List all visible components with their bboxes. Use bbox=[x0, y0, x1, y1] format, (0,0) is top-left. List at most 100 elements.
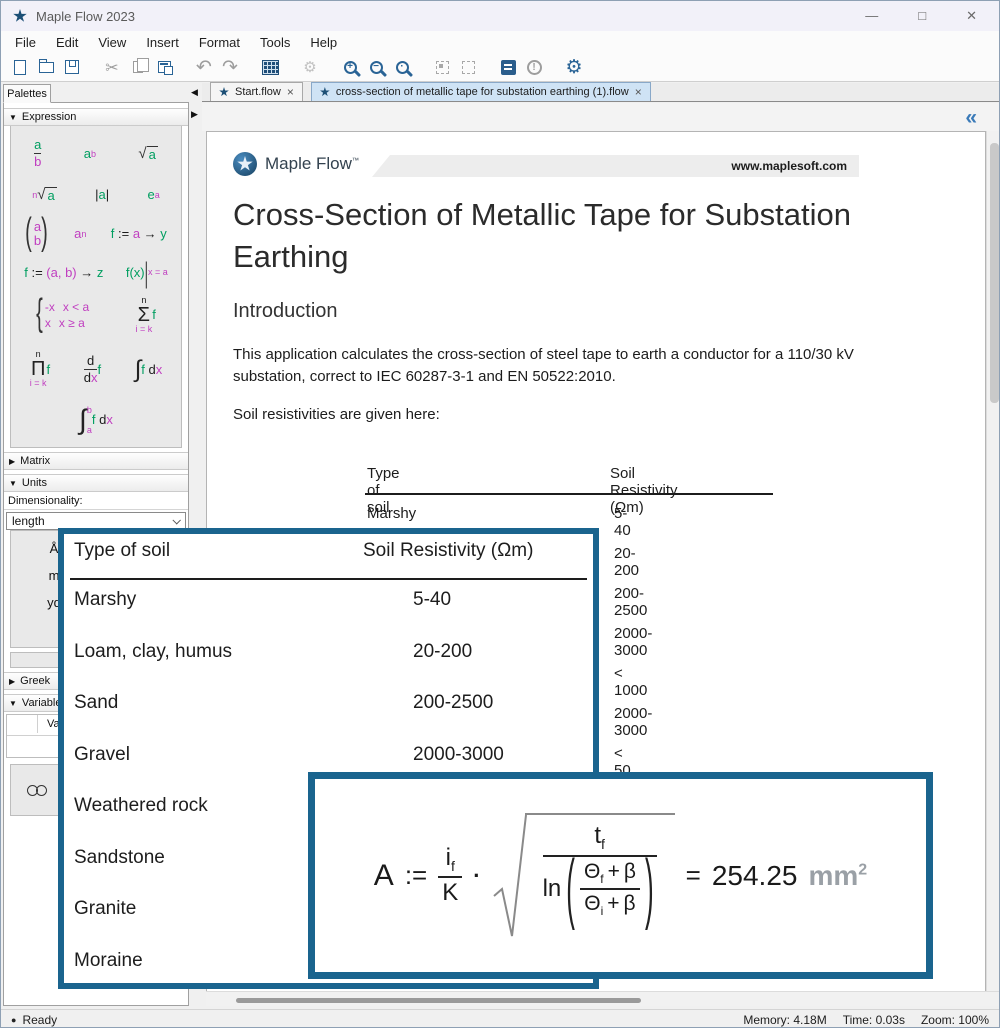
menu-file[interactable]: File bbox=[5, 35, 46, 50]
table-rule bbox=[70, 578, 587, 580]
cut-icon[interactable]: ✂ bbox=[99, 55, 125, 79]
open-icon[interactable] bbox=[33, 55, 59, 79]
palette-item-vector[interactable]: ( ab ) bbox=[25, 220, 50, 249]
document-title: Cross-Section of Metallic Tape for Subst… bbox=[233, 194, 893, 278]
table-cell: Moraine bbox=[74, 950, 143, 972]
evaluate-gears-icon[interactable]: ⚙ bbox=[297, 55, 323, 79]
table-cell: Marshy bbox=[74, 589, 136, 611]
interrupt-icon[interactable]: ! bbox=[521, 55, 547, 79]
palette-item-power[interactable]: ab bbox=[84, 146, 96, 161]
table-cell: Loam, clay, humus bbox=[74, 641, 232, 663]
maple-flow-logo-icon bbox=[233, 152, 257, 176]
minimize-button[interactable]: — bbox=[865, 8, 878, 24]
table-cell: Weathered rock bbox=[74, 795, 208, 817]
close-tab-icon[interactable]: × bbox=[287, 85, 294, 99]
dimensionality-label: Dimensionality: bbox=[4, 492, 188, 510]
trademark: ™ bbox=[352, 157, 359, 164]
menu-edit[interactable]: Edit bbox=[46, 35, 88, 50]
table-cell: 5-40 bbox=[614, 505, 631, 539]
menu-view[interactable]: View bbox=[88, 35, 136, 50]
equation[interactable]: A := if K · tf ln ( bbox=[374, 810, 867, 942]
palette-item-function-def2[interactable]: f := (a, b) → z bbox=[24, 265, 103, 280]
palette-item-nth-root[interactable]: n√a bbox=[32, 186, 56, 203]
palette-item-eval-at[interactable]: f(x)|x = a bbox=[126, 265, 168, 280]
splitter-collapse-left-icon[interactable]: ◀ bbox=[191, 87, 198, 98]
section-matrix[interactable]: ▶ Matrix bbox=[4, 452, 188, 470]
new-document-icon[interactable] bbox=[7, 55, 33, 79]
palette-item-subscript[interactable]: an bbox=[74, 226, 86, 241]
save-icon[interactable] bbox=[59, 55, 85, 79]
zoom-reset-icon[interactable]: · bbox=[389, 55, 415, 79]
select-marquee-icon[interactable] bbox=[455, 55, 481, 79]
palette-item-derivative[interactable]: ddxf bbox=[84, 354, 101, 386]
table-cell: < 1000 bbox=[614, 665, 647, 699]
tab-cross-section-flow[interactable]: cross-section of metallic tape for subst… bbox=[311, 82, 651, 101]
palettes-tab[interactable]: Palettes bbox=[3, 84, 51, 103]
palette-item-fraction[interactable]: ab bbox=[34, 138, 41, 170]
menu-format[interactable]: Format bbox=[189, 35, 250, 50]
table-cell: Marshy bbox=[367, 505, 416, 522]
formula-lhs: A bbox=[374, 859, 394, 893]
copy-icon[interactable] bbox=[125, 55, 151, 79]
collapsed-icon: ▶ bbox=[9, 457, 15, 466]
status-memory: Memory: 4.18M bbox=[743, 1013, 826, 1027]
status-bar: ● Ready Memory: 4.18M Time: 0.03s Zoom: … bbox=[1, 1009, 999, 1028]
glasses-icon[interactable] bbox=[27, 785, 47, 796]
column-header: Soil Resistivity (Ωm) bbox=[363, 540, 533, 562]
redo-icon[interactable]: ↷ bbox=[217, 55, 243, 79]
table-cell: Granite bbox=[74, 898, 136, 920]
expand-icon: ▼ bbox=[9, 699, 17, 708]
palette-item-abs[interactable]: |a| bbox=[95, 187, 109, 202]
document-brand: Maple Flow™ bbox=[233, 152, 359, 176]
splitter-expand-right-icon[interactable]: ▶ bbox=[191, 109, 198, 120]
close-button[interactable]: ✕ bbox=[966, 8, 977, 24]
palette-item-summation[interactable]: nΣi = kf bbox=[135, 296, 155, 334]
radical: tf ln ( Θf+β Θi+β ) bbox=[492, 810, 675, 942]
undo-icon[interactable]: ↶ bbox=[191, 55, 217, 79]
palette-item-function-def[interactable]: f := a → y bbox=[111, 226, 167, 241]
section-expression[interactable]: ▼ Expression bbox=[4, 108, 188, 126]
maple-leaf-icon bbox=[320, 87, 330, 97]
section-units[interactable]: ▼ Units bbox=[4, 474, 188, 492]
menu-help[interactable]: Help bbox=[300, 35, 347, 50]
formula-unit: mm2 bbox=[808, 860, 867, 892]
status-ready: Ready bbox=[22, 1013, 57, 1027]
palette-item-piecewise[interactable]: { -xx < a xx ≥ a bbox=[36, 300, 89, 330]
status-dot-icon: ● bbox=[11, 1015, 16, 1025]
palette-item-product[interactable]: nΠi = kf bbox=[30, 350, 50, 388]
table-cell: 200-2500 bbox=[413, 692, 493, 714]
brand-name: Maple Flow bbox=[265, 154, 352, 173]
table-cell: 20-200 bbox=[614, 545, 639, 579]
matrix-calc-icon[interactable] bbox=[495, 55, 521, 79]
menu-insert[interactable]: Insert bbox=[136, 35, 189, 50]
palette-item-sqrt[interactable]: √a bbox=[138, 145, 157, 162]
expand-icon: ▼ bbox=[9, 113, 17, 122]
settings-gear-icon[interactable]: ⚙ bbox=[561, 55, 587, 79]
zoom-in-icon[interactable]: + bbox=[337, 55, 363, 79]
maximize-button[interactable]: □ bbox=[918, 8, 926, 24]
website-url: www.maplesoft.com bbox=[731, 159, 847, 173]
menu-tools[interactable]: Tools bbox=[250, 35, 300, 50]
table-cell: 2000-3000 bbox=[614, 705, 652, 739]
collapse-panel-icon[interactable]: « bbox=[965, 106, 977, 130]
website-banner: www.maplesoft.com bbox=[372, 155, 859, 177]
table-cell: 2000-3000 bbox=[413, 744, 504, 766]
grid-icon[interactable] bbox=[257, 55, 283, 79]
select-region-icon[interactable] bbox=[429, 55, 455, 79]
palette-item-definite-integral[interactable]: ∫ ba f dx bbox=[79, 405, 113, 435]
paste-icon[interactable] bbox=[151, 55, 177, 79]
vertical-scrollbar-thumb[interactable] bbox=[990, 143, 999, 403]
title-bar: Maple Flow 2023 — □ ✕ bbox=[1, 1, 999, 31]
horizontal-scrollbar-thumb[interactable] bbox=[236, 998, 641, 1003]
tab-start-flow[interactable]: Start.flow × bbox=[210, 82, 303, 101]
palette-item-exp[interactable]: ea bbox=[148, 187, 160, 202]
formula-result: 254.25 bbox=[712, 860, 798, 892]
palette-item-integral[interactable]: ∫f dx bbox=[135, 359, 163, 381]
vertical-scrollbar[interactable] bbox=[986, 131, 1000, 991]
window-title: Maple Flow 2023 bbox=[36, 9, 135, 24]
document-header-strip: « bbox=[202, 103, 999, 131]
close-tab-icon[interactable]: × bbox=[635, 85, 642, 99]
maple-leaf-icon bbox=[219, 87, 229, 97]
zoom-out-icon[interactable]: − bbox=[363, 55, 389, 79]
table-cell: 20-200 bbox=[413, 641, 472, 663]
